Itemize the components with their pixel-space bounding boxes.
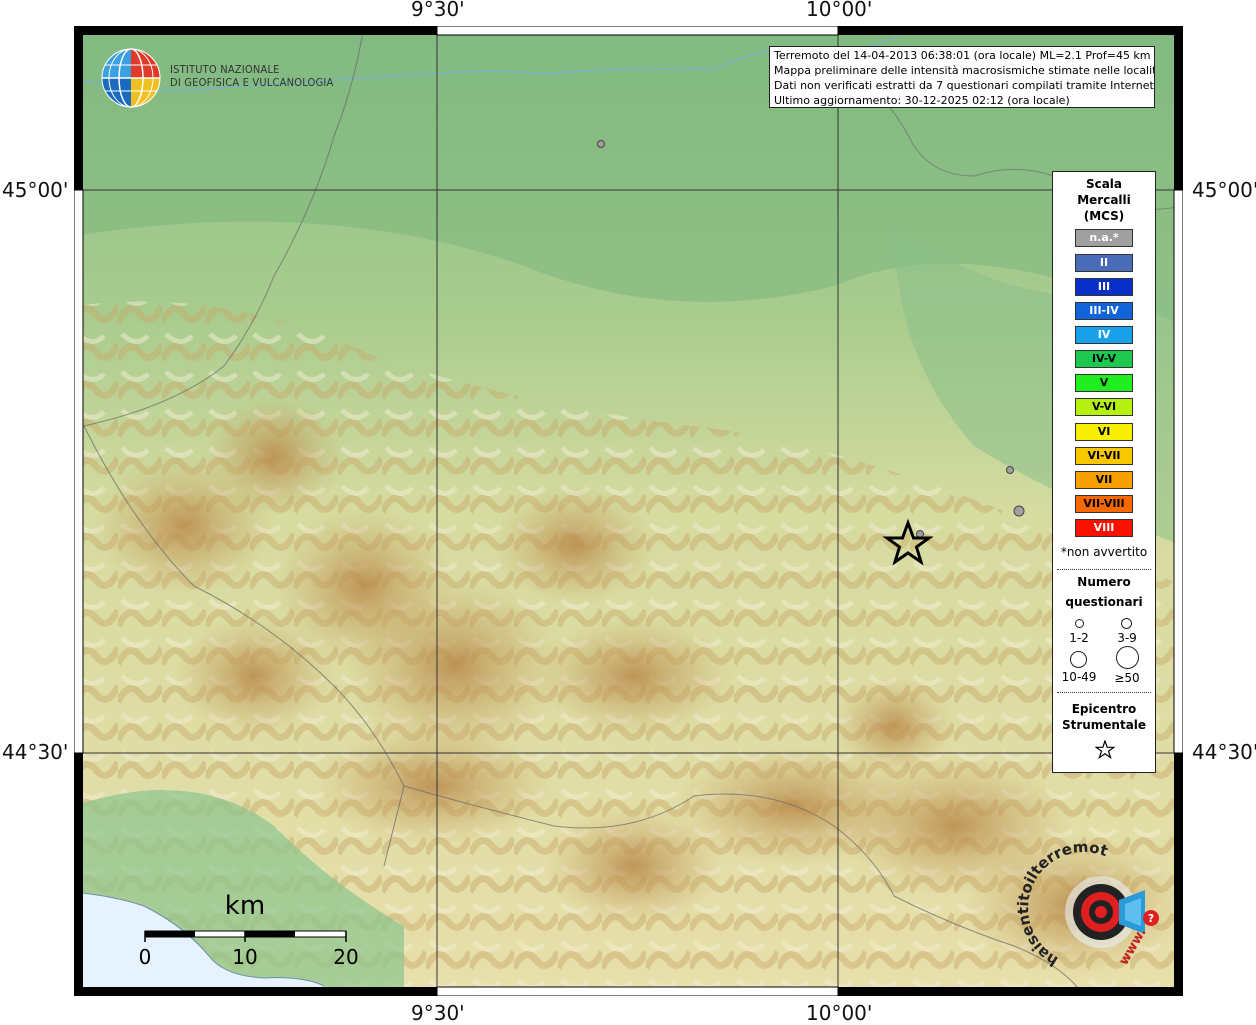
legend-title-2: Mercalli <box>1077 193 1131 207</box>
intensity-swatch: VII-VIII <box>1075 495 1133 513</box>
ingv-logo-icon <box>101 48 161 108</box>
legend-separator <box>1057 569 1151 570</box>
intensity-swatch: n.a.* <box>1075 229 1133 247</box>
scale-tick-20: 20 <box>333 945 358 969</box>
legend-title-3: (MCS) <box>1083 209 1125 223</box>
locality-marker <box>916 530 924 538</box>
locality-marker <box>1013 505 1025 517</box>
lat-label-right-2: 44°30' <box>1192 740 1256 764</box>
lon-label-bottom-2: 10°00' <box>806 1001 873 1025</box>
event-info-box: Terremoto del 14-04-2013 06:38:01 (ora l… <box>769 46 1155 108</box>
size-circle-medium <box>1121 618 1132 629</box>
intensity-swatch: VII <box>1075 471 1133 489</box>
legend-title-1: Scala <box>1085 177 1123 191</box>
intensity-swatch: VI-VII <box>1075 447 1133 465</box>
size-circle-xlarge <box>1116 646 1139 669</box>
svg-text:?: ? <box>1148 912 1154 925</box>
lon-label-top-1: 9°30' <box>411 0 465 21</box>
intensity-swatch: VIII <box>1075 519 1133 537</box>
legend-epicenter-2: Strumentale <box>1061 718 1147 732</box>
intensity-swatch: IV-V <box>1075 350 1133 368</box>
scale-unit: km <box>225 891 265 921</box>
legend-separator <box>1057 692 1151 693</box>
size-label-4: ≥50 <box>1114 671 1140 685</box>
size-label-3: 10-49 <box>1061 670 1097 684</box>
scale-tick-10: 10 <box>232 945 257 969</box>
size-label-2: 3-9 <box>1117 631 1137 645</box>
intensity-swatch: III <box>1075 278 1133 296</box>
intensity-legend: Scala Mercalli (MCS) n.a.* II III III-IV IV I… <box>1052 171 1156 773</box>
institute-line-2: DI GEOFISICA E VULCANOLOGIA <box>170 76 334 89</box>
lon-label-top-2: 10°00' <box>806 0 873 21</box>
lon-label-bottom-1: 9°30' <box>411 1001 465 1025</box>
institute-line-1: ISTITUTO NAZIONALE <box>170 63 280 76</box>
size-label-1: 1-2 <box>1069 631 1089 645</box>
lat-label-right-1: 45°00' <box>1192 178 1256 202</box>
scale-tick-0: 0 <box>139 945 152 969</box>
event-info-line-1: Terremoto del 14-04-2013 06:38:01 (ora l… <box>774 49 1151 62</box>
legend-epicenter-1: Epicentro <box>1071 702 1137 716</box>
locality-marker <box>1006 466 1014 474</box>
locality-marker <box>597 140 605 148</box>
size-circle-large <box>1070 651 1087 668</box>
intensity-swatch: V <box>1075 374 1133 392</box>
intensity-swatch: VI <box>1075 423 1133 441</box>
lat-label-left-1: 45°00' <box>2 178 69 202</box>
legend-not-felt-note: *non avvertito <box>1060 545 1148 559</box>
event-info-line-4: Ultimo aggiornamento: 30-12-2025 02:12 (… <box>774 94 1070 107</box>
lat-label-left-2: 44°30' <box>2 740 69 764</box>
legend-questionnaires-title-2: questionari <box>1065 595 1143 609</box>
event-info-line-3: Dati non verificati estratti da 7 questi… <box>774 79 1155 92</box>
institute-name: ISTITUTO NAZIONALE DI GEOFISICA E VULCAN… <box>170 63 333 89</box>
intensity-swatch: V-VI <box>1075 398 1133 416</box>
intensity-swatch: III-IV <box>1075 302 1133 320</box>
intensity-swatch: IV <box>1075 326 1133 344</box>
intensity-swatch: II <box>1075 254 1133 272</box>
size-circle-small <box>1075 619 1084 628</box>
map-canvas[interactable]: km 0 10 20 ? haisentitoilterremoto.it ww… <box>74 26 1183 996</box>
legend-questionnaires-title-1: Numero <box>1077 575 1131 589</box>
epicenter-star-icon <box>1095 740 1115 760</box>
event-info-line-2: Mappa preliminare delle intensità macros… <box>774 64 1155 77</box>
